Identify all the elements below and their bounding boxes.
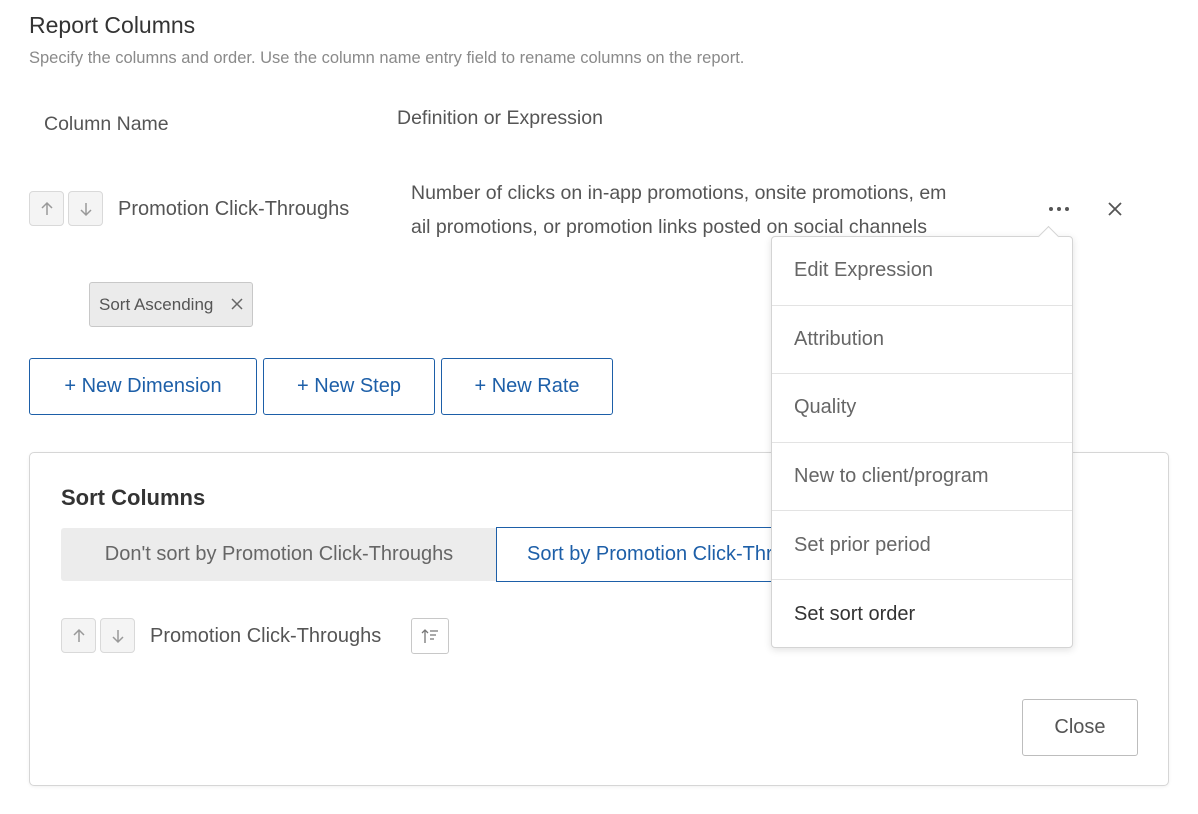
sort-move-down-button[interactable] [100, 618, 135, 653]
menu-item-edit-expression[interactable]: Edit Expression [772, 237, 1072, 306]
new-step-button[interactable]: + New Step [263, 358, 435, 415]
arrow-down-icon [111, 629, 124, 643]
dont-sort-toggle[interactable]: Don't sort by Promotion Click-Throughs [61, 528, 497, 581]
close-button[interactable]: Close [1022, 699, 1138, 756]
definition-header: Definition or Expression [397, 107, 603, 129]
menu-item-set-prior-period[interactable]: Set prior period [772, 511, 1072, 580]
move-up-button[interactable] [29, 191, 64, 226]
menu-item-attribution[interactable]: Attribution [772, 306, 1072, 375]
new-dimension-button[interactable]: + New Dimension [29, 358, 257, 415]
sort-ascending-icon [421, 629, 438, 643]
arrow-up-icon [40, 201, 53, 215]
new-rate-button[interactable]: + New Rate [441, 358, 613, 415]
column-name-header: Column Name [44, 113, 169, 135]
menu-item-new-to-client[interactable]: New to client/program [772, 443, 1072, 512]
page-title: Report Columns [29, 12, 196, 38]
more-options-button[interactable] [1044, 196, 1074, 222]
page-subtitle: Specify the columns and order. Use the c… [29, 49, 745, 67]
menu-item-quality[interactable]: Quality [772, 374, 1072, 443]
sort-by-toggle[interactable]: Sort by Promotion Click-Throughs [496, 527, 816, 582]
move-down-button[interactable] [68, 191, 103, 226]
sort-tag: Sort Ascending [89, 282, 253, 327]
sort-direction-button[interactable] [411, 618, 449, 654]
definition-line: Number of clicks on in-app promotions, o… [411, 182, 947, 204]
column-name-field[interactable]: Promotion Click-Throughs [118, 198, 349, 221]
close-icon [1108, 202, 1122, 216]
sort-tag-label: Sort Ascending [99, 294, 214, 314]
menu-item-set-sort-order[interactable]: Set sort order [772, 580, 1072, 649]
arrow-up-icon [72, 628, 85, 642]
sort-panel-title: Sort Columns [61, 485, 206, 510]
sort-row-name: Promotion Click-Throughs [150, 625, 382, 647]
close-icon[interactable] [228, 295, 246, 313]
ellipsis-icon [1049, 207, 1069, 211]
remove-column-button[interactable] [1102, 196, 1128, 222]
context-menu: Edit Expression Attribution Quality New … [771, 236, 1073, 648]
column-definition: Number of clicks on in-app promotions, o… [411, 176, 1011, 244]
arrow-down-icon [79, 202, 92, 216]
sort-move-up-button[interactable] [61, 618, 96, 653]
